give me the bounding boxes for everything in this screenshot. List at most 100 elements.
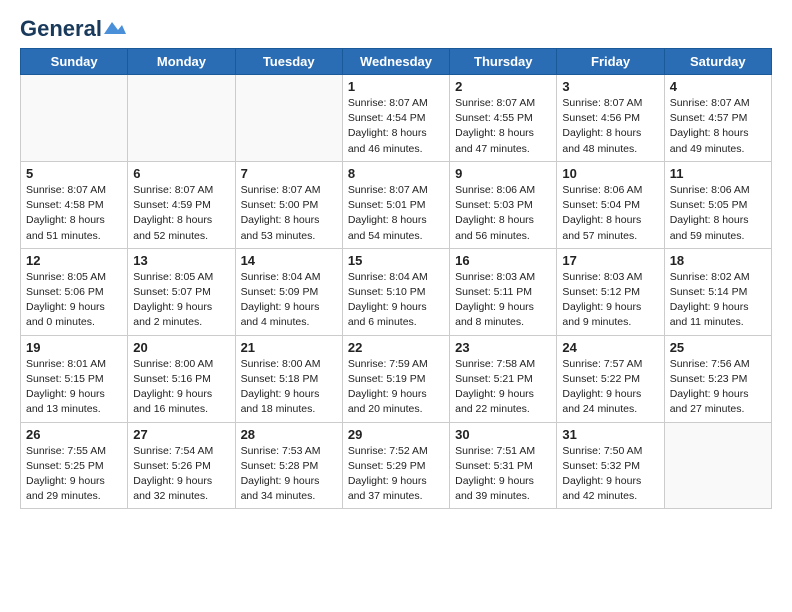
- logo-icon: [104, 20, 126, 36]
- calendar-cell: 29 Sunrise: 7:52 AM Sunset: 5:29 PM Dayli…: [342, 422, 449, 509]
- calendar-cell: 9 Sunrise: 8:06 AM Sunset: 5:03 PM Daylig…: [450, 161, 557, 248]
- day-number: 29: [348, 427, 444, 442]
- day-info: Sunrise: 8:06 AM Sunset: 5:04 PM Dayligh…: [562, 183, 658, 244]
- day-info: Sunrise: 7:55 AM Sunset: 5:25 PM Dayligh…: [26, 444, 122, 505]
- weekday-header-wednesday: Wednesday: [342, 49, 449, 75]
- calendar-cell: 13 Sunrise: 8:05 AM Sunset: 5:07 PM Dayli…: [128, 248, 235, 335]
- weekday-header-saturday: Saturday: [664, 49, 771, 75]
- day-number: 4: [670, 79, 766, 94]
- day-number: 3: [562, 79, 658, 94]
- calendar-cell: 1 Sunrise: 8:07 AM Sunset: 4:54 PM Daylig…: [342, 75, 449, 162]
- day-info: Sunrise: 7:51 AM Sunset: 5:31 PM Dayligh…: [455, 444, 551, 505]
- day-number: 7: [241, 166, 337, 181]
- day-number: 1: [348, 79, 444, 94]
- day-number: 21: [241, 340, 337, 355]
- calendar-cell: 7 Sunrise: 8:07 AM Sunset: 5:00 PM Daylig…: [235, 161, 342, 248]
- day-info: Sunrise: 8:00 AM Sunset: 5:16 PM Dayligh…: [133, 357, 229, 418]
- calendar-cell: 8Sunrise: 8:07 AM Sunset: 5:01 PM Daylig…: [342, 161, 449, 248]
- day-info: Sunrise: 8:06 AM Sunset: 5:03 PM Dayligh…: [455, 183, 551, 244]
- calendar-cell: 17Sunrise: 8:03 AM Sunset: 5:12 PM Dayli…: [557, 248, 664, 335]
- calendar-cell: 12 Sunrise: 8:05 AM Sunset: 5:06 PM Dayli…: [21, 248, 128, 335]
- calendar-cell: 31Sunrise: 7:50 AM Sunset: 5:32 PM Dayli…: [557, 422, 664, 509]
- calendar-week-4: 19Sunrise: 8:01 AM Sunset: 5:15 PM Dayli…: [21, 335, 772, 422]
- calendar-cell: 19Sunrise: 8:01 AM Sunset: 5:15 PM Dayli…: [21, 335, 128, 422]
- day-number: 27: [133, 427, 229, 442]
- day-info: Sunrise: 8:07 AM Sunset: 4:57 PM Dayligh…: [670, 96, 766, 157]
- day-number: 9: [455, 166, 551, 181]
- calendar-cell: 22 Sunrise: 7:59 AM Sunset: 5:19 PM Dayli…: [342, 335, 449, 422]
- calendar-cell: 24Sunrise: 7:57 AM Sunset: 5:22 PM Dayli…: [557, 335, 664, 422]
- weekday-header-monday: Monday: [128, 49, 235, 75]
- page: General SundayMondayTuesdayWednesdayThur…: [0, 0, 792, 612]
- day-info: Sunrise: 7:53 AM Sunset: 5:28 PM Dayligh…: [241, 444, 337, 505]
- calendar-cell: 30Sunrise: 7:51 AM Sunset: 5:31 PM Dayli…: [450, 422, 557, 509]
- calendar-cell: 4 Sunrise: 8:07 AM Sunset: 4:57 PM Daylig…: [664, 75, 771, 162]
- calendar-cell: 26 Sunrise: 7:55 AM Sunset: 5:25 PM Dayli…: [21, 422, 128, 509]
- day-info: Sunrise: 8:05 AM Sunset: 5:07 PM Dayligh…: [133, 270, 229, 331]
- day-number: 12: [26, 253, 122, 268]
- calendar-header-row: SundayMondayTuesdayWednesdayThursdayFrid…: [21, 49, 772, 75]
- day-number: 22: [348, 340, 444, 355]
- day-info: Sunrise: 8:05 AM Sunset: 5:06 PM Dayligh…: [26, 270, 122, 331]
- weekday-header-tuesday: Tuesday: [235, 49, 342, 75]
- logo: General: [20, 16, 126, 38]
- day-info: Sunrise: 8:07 AM Sunset: 4:55 PM Dayligh…: [455, 96, 551, 157]
- calendar-cell: 5 Sunrise: 8:07 AM Sunset: 4:58 PM Daylig…: [21, 161, 128, 248]
- logo-general: General: [20, 16, 102, 42]
- day-number: 24: [562, 340, 658, 355]
- day-info: Sunrise: 7:56 AM Sunset: 5:23 PM Dayligh…: [670, 357, 766, 418]
- day-number: 10: [562, 166, 658, 181]
- day-info: Sunrise: 8:04 AM Sunset: 5:10 PM Dayligh…: [348, 270, 444, 331]
- day-info: Sunrise: 8:07 AM Sunset: 4:56 PM Dayligh…: [562, 96, 658, 157]
- calendar-cell: [235, 75, 342, 162]
- day-number: 23: [455, 340, 551, 355]
- day-number: 5: [26, 166, 122, 181]
- day-number: 28: [241, 427, 337, 442]
- day-number: 16: [455, 253, 551, 268]
- day-number: 18: [670, 253, 766, 268]
- day-info: Sunrise: 8:04 AM Sunset: 5:09 PM Dayligh…: [241, 270, 337, 331]
- calendar-cell: 11Sunrise: 8:06 AM Sunset: 5:05 PM Dayli…: [664, 161, 771, 248]
- calendar-week-3: 12 Sunrise: 8:05 AM Sunset: 5:06 PM Dayli…: [21, 248, 772, 335]
- calendar-cell: 27Sunrise: 7:54 AM Sunset: 5:26 PM Dayli…: [128, 422, 235, 509]
- day-number: 6: [133, 166, 229, 181]
- day-number: 15: [348, 253, 444, 268]
- day-info: Sunrise: 8:01 AM Sunset: 5:15 PM Dayligh…: [26, 357, 122, 418]
- calendar-cell: 10 Sunrise: 8:06 AM Sunset: 5:04 PM Dayli…: [557, 161, 664, 248]
- calendar-week-5: 26 Sunrise: 7:55 AM Sunset: 5:25 PM Dayli…: [21, 422, 772, 509]
- day-number: 20: [133, 340, 229, 355]
- calendar-cell: 2 Sunrise: 8:07 AM Sunset: 4:55 PM Daylig…: [450, 75, 557, 162]
- calendar-table: SundayMondayTuesdayWednesdayThursdayFrid…: [20, 48, 772, 509]
- day-number: 14: [241, 253, 337, 268]
- calendar-cell: 21 Sunrise: 8:00 AM Sunset: 5:18 PM Dayli…: [235, 335, 342, 422]
- day-info: Sunrise: 8:07 AM Sunset: 4:54 PM Dayligh…: [348, 96, 444, 157]
- day-info: Sunrise: 7:52 AM Sunset: 5:29 PM Dayligh…: [348, 444, 444, 505]
- calendar-cell: 3 Sunrise: 8:07 AM Sunset: 4:56 PM Daylig…: [557, 75, 664, 162]
- day-number: 26: [26, 427, 122, 442]
- calendar-cell: 23Sunrise: 7:58 AM Sunset: 5:21 PM Dayli…: [450, 335, 557, 422]
- calendar-cell: 6Sunrise: 8:07 AM Sunset: 4:59 PM Daylig…: [128, 161, 235, 248]
- calendar-cell: 20 Sunrise: 8:00 AM Sunset: 5:16 PM Dayli…: [128, 335, 235, 422]
- day-number: 25: [670, 340, 766, 355]
- calendar-week-1: 1 Sunrise: 8:07 AM Sunset: 4:54 PM Daylig…: [21, 75, 772, 162]
- day-number: 17: [562, 253, 658, 268]
- day-info: Sunrise: 8:00 AM Sunset: 5:18 PM Dayligh…: [241, 357, 337, 418]
- day-number: 13: [133, 253, 229, 268]
- day-info: Sunrise: 8:07 AM Sunset: 4:58 PM Dayligh…: [26, 183, 122, 244]
- day-info: Sunrise: 8:03 AM Sunset: 5:11 PM Dayligh…: [455, 270, 551, 331]
- day-info: Sunrise: 8:07 AM Sunset: 5:00 PM Dayligh…: [241, 183, 337, 244]
- day-number: 2: [455, 79, 551, 94]
- day-info: Sunrise: 7:59 AM Sunset: 5:19 PM Dayligh…: [348, 357, 444, 418]
- calendar-cell: 16 Sunrise: 8:03 AM Sunset: 5:11 PM Dayli…: [450, 248, 557, 335]
- day-number: 8: [348, 166, 444, 181]
- calendar-cell: 14 Sunrise: 8:04 AM Sunset: 5:09 PM Dayli…: [235, 248, 342, 335]
- calendar-cell: [664, 422, 771, 509]
- calendar-cell: 28 Sunrise: 7:53 AM Sunset: 5:28 PM Dayli…: [235, 422, 342, 509]
- calendar-cell: 15 Sunrise: 8:04 AM Sunset: 5:10 PM Dayli…: [342, 248, 449, 335]
- calendar-cell: 25 Sunrise: 7:56 AM Sunset: 5:23 PM Dayli…: [664, 335, 771, 422]
- header: General: [20, 16, 772, 38]
- weekday-header-friday: Friday: [557, 49, 664, 75]
- calendar-cell: [128, 75, 235, 162]
- calendar-cell: [21, 75, 128, 162]
- calendar-cell: 18Sunrise: 8:02 AM Sunset: 5:14 PM Dayli…: [664, 248, 771, 335]
